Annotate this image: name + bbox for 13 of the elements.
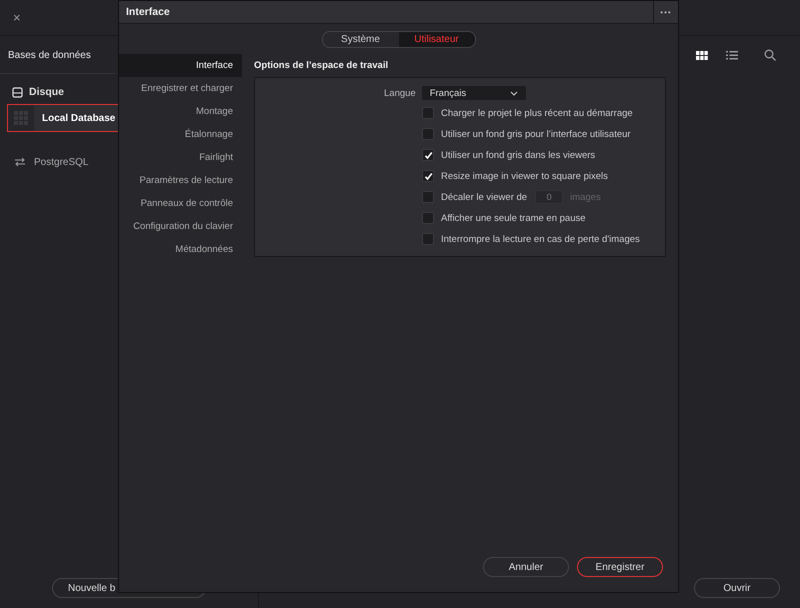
dialog-title: Interface [126, 6, 170, 18]
language-label: Langue [384, 88, 416, 98]
unit-label: images [570, 192, 601, 202]
option-label: Charger le projet le plus récent au démarrage [441, 108, 633, 118]
option-label: Resize image in viewer to square pixels [441, 170, 608, 182]
option-label: Utiliser un fond gris pour l’interface utilisateur [441, 128, 631, 140]
group-label: Disque [29, 86, 64, 98]
option-label: Afficher une seule trame en pause [441, 212, 586, 224]
option-label: Utiliser un fond gris dans les viewers [441, 150, 596, 160]
sidebar-title: Bases de données [0, 36, 116, 74]
option-label: Décaler le viewer de [441, 192, 528, 202]
section-title: Options de l’espace de travail [254, 59, 390, 73]
option-label: Interrompre la lecture en cas de perte d'images [441, 234, 640, 244]
